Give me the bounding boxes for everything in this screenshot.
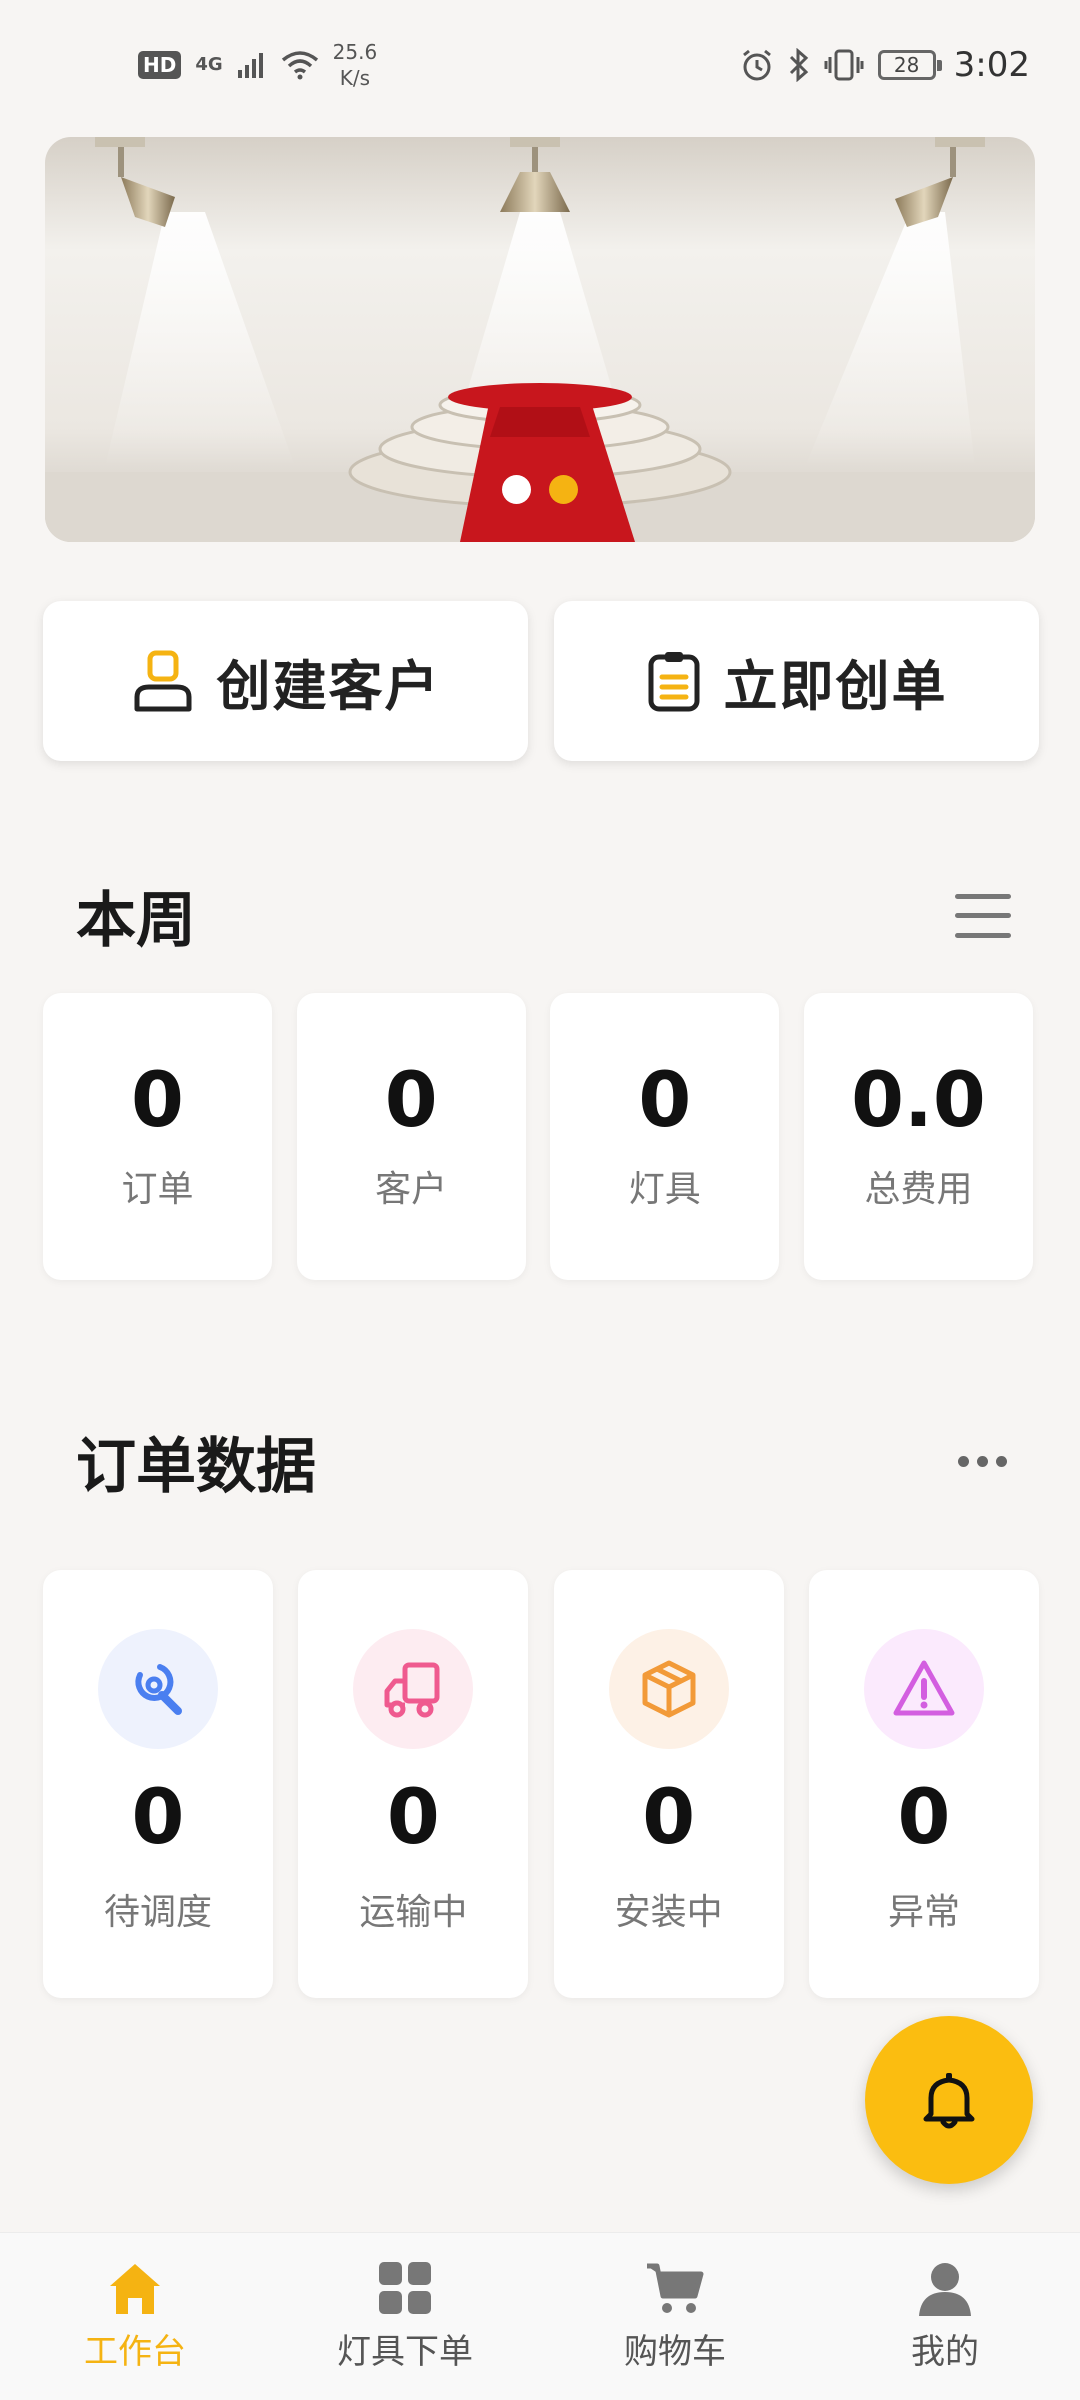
stat-value: 0.0	[851, 1054, 986, 1144]
weekly-stats: 0 订单 0 客户 0 灯具 0.0 总费用	[43, 993, 1033, 1280]
stat-value: 0	[131, 1054, 184, 1144]
order-icon-badge	[608, 1629, 729, 1749]
order-icon-badge	[98, 1629, 218, 1749]
wrench-icon	[135, 1664, 182, 1715]
workbench-page: HD 4G 25.6 K/s 28 3:02 创建客户 立即创单 本周 0 订单…	[0, 0, 1080, 2400]
box-icon	[642, 1660, 696, 1718]
carousel-dot-1[interactable]	[502, 475, 531, 504]
order-label: 待调度	[103, 1892, 212, 1933]
more-icon[interactable]	[954, 1446, 1011, 1477]
order-value: 0	[642, 1772, 696, 1861]
order-value: 0	[386, 1772, 440, 1861]
spotlight-left	[95, 137, 175, 227]
status-right: 28 3:02	[740, 45, 1030, 85]
customer-icon	[134, 650, 191, 712]
order-value: 0	[131, 1772, 185, 1861]
home-icon	[110, 2264, 160, 2314]
stat-label: 总费用	[864, 1168, 973, 1210]
create-customer-label: 创建客户	[216, 654, 441, 718]
status-bar: HD 4G 25.6 K/s 28 3:02	[0, 0, 1080, 130]
speed-value: 25.6	[332, 40, 378, 64]
nav-item-workbench[interactable]: 工作台	[10, 2260, 260, 2373]
bell-icon	[923, 2073, 975, 2129]
create-order-button[interactable]: 立即创单	[554, 601, 1039, 761]
weekly-title: 本周	[76, 886, 196, 956]
order-label: 异常	[887, 1892, 960, 1933]
clipboard-icon	[648, 652, 699, 712]
carousel-indicator	[45, 475, 1035, 504]
bluetooth-icon	[789, 48, 808, 82]
order-icon-badge	[863, 1629, 984, 1749]
stat-card-orders[interactable]: 0 订单	[43, 993, 272, 1280]
nav-label: 灯具下单	[337, 2332, 473, 2372]
nav-label: 工作台	[84, 2332, 186, 2372]
hd-badge: HD	[138, 51, 182, 79]
battery-indicator: 28	[877, 50, 942, 80]
stat-card-total-cost[interactable]: 0.0 总费用	[803, 993, 1033, 1280]
cart-icon	[647, 2263, 704, 2313]
order-card-pending-dispatch[interactable]: 0 待调度	[43, 1570, 273, 1998]
order-card-installing[interactable]: 0 安装中	[553, 1570, 784, 1998]
network-speed: 25.6 K/s	[333, 39, 378, 91]
alarm-icon	[742, 49, 771, 81]
notification-fab[interactable]	[865, 2016, 1033, 2184]
order-card-in-transit[interactable]: 0 运输中	[298, 1570, 529, 1998]
status-left: HD 4G 25.6 K/s	[138, 39, 377, 91]
menu-icon[interactable]	[955, 893, 1011, 938]
nav-item-lamp-order[interactable]: 灯具下单	[280, 2260, 530, 2373]
clock: 3:02	[953, 45, 1030, 85]
grid-icon	[379, 2262, 431, 2314]
nav-item-mine[interactable]: 我的	[820, 2260, 1070, 2373]
vibrate-icon	[824, 49, 864, 81]
stat-value: 0	[638, 1054, 692, 1144]
warning-icon	[893, 1660, 955, 1716]
stat-card-customers[interactable]: 0 客户	[296, 993, 526, 1280]
nav-label: 购物车	[624, 2332, 726, 2372]
order-icon-badge	[353, 1629, 474, 1749]
banner-carousel[interactable]	[45, 137, 1035, 542]
user-icon	[919, 2263, 971, 2316]
order-data-title: 订单数据	[76, 1432, 316, 1502]
speed-unit: K/s	[339, 66, 371, 90]
spotlight-center	[500, 137, 570, 212]
signal-icon	[237, 53, 263, 78]
stat-value: 0	[384, 1054, 438, 1144]
order-value: 0	[897, 1772, 951, 1861]
order-data-header: 订单数据	[76, 1418, 1011, 1505]
carousel-dot-2[interactable]	[549, 475, 578, 504]
stat-label: 客户	[375, 1168, 448, 1210]
create-order-label: 立即创单	[723, 654, 948, 718]
wifi-icon	[281, 51, 318, 80]
stat-label: 订单	[121, 1168, 194, 1210]
stat-card-lamps[interactable]: 0 灯具	[550, 993, 780, 1280]
order-label: 安装中	[614, 1892, 723, 1933]
create-customer-button[interactable]: 创建客户	[43, 601, 528, 761]
quick-actions: 创建客户 立即创单	[43, 601, 1039, 761]
weekly-header: 本周	[76, 872, 1011, 959]
stat-label: 灯具	[628, 1168, 701, 1210]
order-label: 运输中	[359, 1892, 468, 1933]
order-data-cards: 0 待调度 0 运输中 0 安装中 0 异常	[43, 1570, 1039, 1998]
nav-label: 我的	[911, 2332, 979, 2372]
truck-icon	[384, 1662, 440, 1718]
nav-item-cart[interactable]: 购物车	[550, 2260, 800, 2373]
bottom-nav: 工作台 灯具下单 购物车 我的	[0, 2232, 1080, 2400]
network-generation: 4G	[195, 54, 223, 75]
order-card-exception[interactable]: 0 异常	[808, 1570, 1039, 1998]
